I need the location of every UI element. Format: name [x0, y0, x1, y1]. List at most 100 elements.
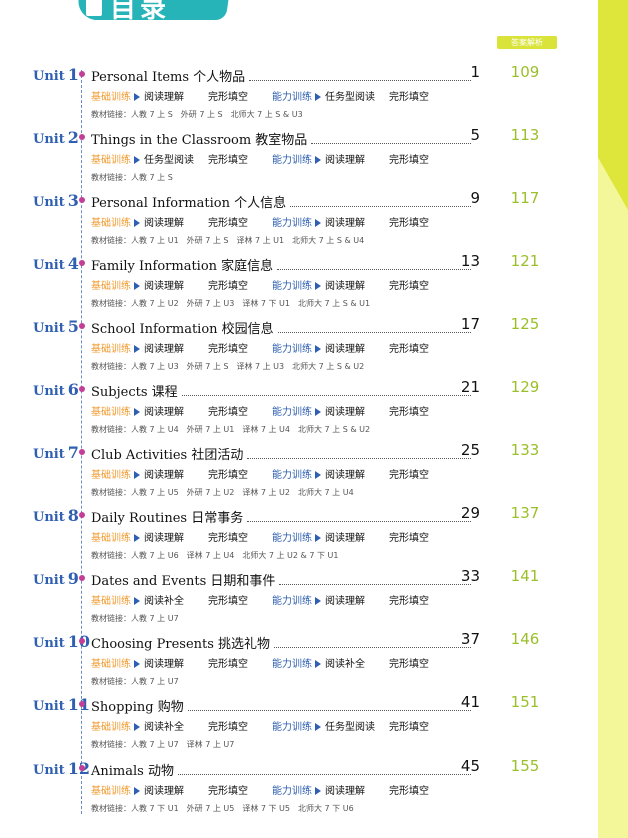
textbook-link-text: 人教 7 上 S 外研 7 上 S 北师大 7 上 S & U3 — [131, 110, 303, 119]
ability-training-label: 能力训练 — [272, 218, 312, 229]
ability-item-1: 任务型阅读 — [325, 722, 375, 733]
ability-item-1: 阅读理解 — [325, 533, 365, 544]
textbook-link-row: 教材链接：人教 7 上 U6 译林 7 上 U4 北师大 7 上 U2 & 7 … — [91, 550, 338, 561]
unit-title: School Information 校园信息 — [91, 322, 274, 337]
toc-entry[interactable]: Unit 4 Family Information 家庭信息 13 121 基础训练 阅读理… — [0, 252, 628, 317]
page-number: 33 — [460, 567, 480, 585]
toc-entry[interactable]: Unit 8 Daily Routines 日常事务 29 137 基础训练 阅读理解 完形填… — [0, 504, 628, 569]
training-row: 基础训练 阅读补全 完形填空 能力训练 阅读理解 完形填空 — [91, 592, 429, 607]
leader-dots — [187, 710, 471, 711]
unit-title: Daily Routines 日常事务 — [91, 511, 244, 526]
basic-item-2: 完形填空 — [208, 407, 248, 418]
answer-page-number: 133 — [510, 441, 540, 459]
ability-training-label: 能力训练 — [272, 407, 312, 418]
ability-training-label: 能力训练 — [272, 722, 312, 733]
basic-item-2: 完形填空 — [208, 155, 248, 166]
unit-number: 5 — [67, 317, 79, 336]
unit-title: Personal Information 个人信息 — [91, 196, 287, 211]
ability-training-label: 能力训练 — [272, 344, 312, 355]
basic-training-label: 基础训练 — [91, 786, 131, 797]
basic-item-2: 完形填空 — [208, 596, 248, 607]
textbook-link-row: 教材链接：人教 7 上 U5 外研 7 上 U2 译林 7 上 U2 北师大 7… — [91, 487, 354, 498]
entry-title-line: Daily Routines 日常事务 — [91, 507, 475, 526]
entry-title-line: Animals 动物 — [91, 760, 475, 779]
textbook-link-label: 教材链接： — [91, 677, 131, 686]
entry-title-line: Dates and Events 日期和事件 — [91, 570, 475, 589]
training-row: 基础训练 阅读理解 完形填空 能力训练 阅读理解 完形填空 — [91, 466, 429, 481]
page-number: 5 — [470, 126, 480, 144]
unit-label: Unit 6 — [33, 380, 79, 399]
unit-number: 3 — [67, 191, 79, 210]
play-arrow-icon — [134, 345, 140, 353]
textbook-link-label: 教材链接： — [91, 740, 131, 749]
toc-entry[interactable]: Unit 7 Club Activities 社团活动 25 133 基础训练 阅读理解 完形… — [0, 441, 628, 506]
unit-number: 4 — [67, 254, 79, 273]
ability-training-label: 能力训练 — [272, 596, 312, 607]
ability-item-2: 完形填空 — [389, 407, 429, 418]
textbook-link-label: 教材链接： — [91, 173, 131, 182]
basic-item-2: 完形填空 — [208, 92, 248, 103]
basic-item-2: 完形填空 — [208, 722, 248, 733]
basic-item-1: 阅读理解 — [144, 344, 184, 355]
basic-item-2: 完形填空 — [208, 786, 248, 797]
training-row: 基础训练 阅读理解 完形填空 能力训练 任务型阅读 完形填空 — [91, 88, 429, 103]
answer-page-number: 109 — [510, 63, 540, 81]
toc-entry[interactable]: Unit 1 Personal Items 个人物品 1 109 基础训练 阅读理解 完形填空… — [0, 63, 628, 128]
page-number: 9 — [470, 189, 480, 207]
training-row: 基础训练 阅读理解 完形填空 能力训练 阅读理解 完形填空 — [91, 214, 429, 229]
textbook-link-label: 教材链接： — [91, 362, 131, 371]
entry-title-line: Subjects 课程 — [91, 381, 475, 400]
textbook-link-text: 人教 7 上 U4 外研 7 上 U1 译林 7 上 U4 北师大 7 上 S … — [131, 425, 371, 434]
textbook-link-text: 人教 7 上 U6 译林 7 上 U4 北师大 7 上 U2 & 7 下 U1 — [131, 551, 339, 560]
play-arrow-icon — [315, 156, 321, 164]
toc-entry[interactable]: Unit 5 School Information 校园信息 17 125 基础训练 阅读理… — [0, 315, 628, 380]
leader-dots — [274, 647, 471, 648]
basic-item-2: 完形填空 — [208, 344, 248, 355]
entry-title-line: Shopping 购物 — [91, 696, 475, 715]
ability-item-2: 完形填空 — [389, 344, 429, 355]
entry-title-line: Club Activities 社团活动 — [91, 444, 475, 463]
leader-dots — [277, 332, 471, 333]
ability-training-label: 能力训练 — [272, 92, 312, 103]
page-number: 37 — [460, 630, 480, 648]
basic-training-label: 基础训练 — [91, 218, 131, 229]
unit-label: Unit 3 — [33, 191, 79, 210]
ability-item-1: 阅读理解 — [325, 407, 365, 418]
unit-title: Things in the Classroom 教室物品 — [91, 133, 308, 148]
toc-entry[interactable]: Unit 9 Dates and Events 日期和事件 33 141 基础训练 阅读补全… — [0, 567, 628, 632]
unit-label: Unit 7 — [33, 443, 79, 462]
basic-item-1: 阅读理解 — [144, 218, 184, 229]
play-arrow-icon — [315, 282, 321, 290]
basic-training-label: 基础训练 — [91, 281, 131, 292]
toc-entry[interactable]: Unit11Shopping 购物41151基础训练阅读补全完形填空能力训练任务… — [0, 693, 628, 758]
textbook-link-row: 教材链接：人教 7 上 U7 — [91, 676, 179, 687]
page-number: 29 — [460, 504, 480, 522]
textbook-link-row: 教材链接：人教 7 上 U7 — [91, 613, 179, 624]
answer-page-number: 137 — [510, 504, 540, 522]
timeline-dot-icon — [79, 197, 85, 203]
leader-dots — [177, 774, 471, 775]
timeline-dot-icon — [79, 323, 85, 329]
unit-number: 6 — [67, 380, 79, 399]
basic-training-label: 基础训练 — [91, 92, 131, 103]
training-row: 基础训练 阅读理解 完形填空 能力训练 阅读理解 完形填空 — [91, 340, 429, 355]
ability-training-label: 能力训练 — [272, 659, 312, 670]
basic-item-2: 完形填空 — [208, 218, 248, 229]
toc-entry[interactable]: Unit10Choosing Presents 挑选礼物37146基础训练阅读理… — [0, 630, 628, 695]
ability-training-label: 能力训练 — [272, 533, 312, 544]
toc-entry[interactable]: Unit12Animals 动物45155基础训练阅读理解完形填空能力训练阅读理… — [0, 757, 628, 822]
textbook-link-label: 教材链接： — [91, 425, 131, 434]
toc-entry[interactable]: Unit 3 Personal Information 个人信息 9 117 基础训练 阅读… — [0, 189, 628, 254]
unit-number: 9 — [67, 569, 79, 588]
leader-dots — [247, 521, 471, 522]
play-arrow-icon — [315, 408, 321, 416]
answer-page-number: 146 — [510, 630, 540, 648]
answer-page-number: 125 — [510, 315, 540, 333]
ability-training-label: 能力训练 — [272, 281, 312, 292]
unit-title: Animals 动物 — [91, 764, 174, 779]
answer-page-number: 155 — [510, 757, 540, 775]
ability-item-1: 阅读理解 — [325, 786, 365, 797]
toc-entry[interactable]: Unit 6 Subjects 课程 21 129 基础训练 阅读理解 完形填空 能力训练 阅读理… — [0, 378, 628, 443]
toc-entry[interactable]: Unit 2 Things in the Classroom 教室物品 5 113 基础训… — [0, 126, 628, 191]
basic-training-label: 基础训练 — [91, 407, 131, 418]
